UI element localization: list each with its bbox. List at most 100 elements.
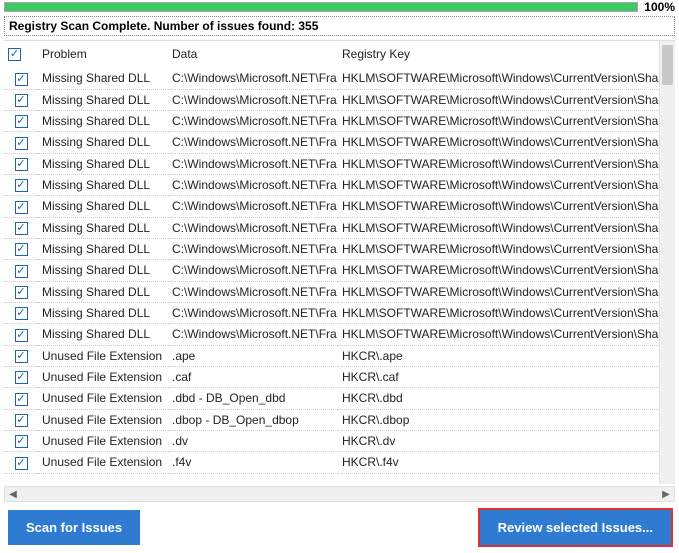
scroll-left-arrow[interactable]: ◀ xyxy=(5,487,21,501)
row-checkbox[interactable]: ✓ xyxy=(15,435,28,448)
row-checkbox-cell: ✓ xyxy=(4,452,38,473)
cell-data: C:\Windows\Microsoft.NET\Fra... xyxy=(168,196,338,217)
cell-data: C:\Windows\Microsoft.NET\Fra... xyxy=(168,153,338,174)
cell-key: HKLM\SOFTWARE\Microsoft\Windows\CurrentV… xyxy=(338,110,659,131)
vertical-scrollbar-thumb[interactable] xyxy=(662,45,673,85)
table-row[interactable]: ✓Unused File Extension.dvHKCR\.dv xyxy=(4,430,659,451)
cell-data: C:\Windows\Microsoft.NET\Fra... xyxy=(168,217,338,238)
row-checkbox[interactable]: ✓ xyxy=(15,307,28,320)
row-checkbox[interactable]: ✓ xyxy=(15,265,28,278)
row-checkbox[interactable]: ✓ xyxy=(15,222,28,235)
row-checkbox[interactable]: ✓ xyxy=(15,286,28,299)
cell-data: C:\Windows\Microsoft.NET\Fra... xyxy=(168,260,338,281)
table-row[interactable]: ✓ Unused File Extension.f4vHKCR\.f4v xyxy=(4,452,659,473)
row-checkbox-cell: ✓ xyxy=(4,324,38,345)
row-checkbox-cell: ✓ xyxy=(4,110,38,131)
cell-data: C:\Windows\Microsoft.NET\Fra... xyxy=(168,68,338,89)
table-row[interactable]: ✓Missing Shared DLLC:\Windows\Microsoft.… xyxy=(4,238,659,259)
cell-problem: Missing Shared DLL xyxy=(38,217,168,238)
cell-problem: Missing Shared DLL xyxy=(38,68,168,89)
row-checkbox[interactable]: ✓ xyxy=(15,371,28,384)
table-row[interactable]: ✓ Missing Shared DLLC:\Windows\Microsoft.… xyxy=(4,68,659,89)
row-checkbox-cell: ✓ xyxy=(4,260,38,281)
cell-key: HKLM\SOFTWARE\Microsoft\Windows\CurrentV… xyxy=(338,238,659,259)
cell-data: .f4v xyxy=(168,452,338,473)
cell-key: HKLM\SOFTWARE\Microsoft\Windows\CurrentV… xyxy=(338,196,659,217)
table-row[interactable]: ✓ Missing Shared DLLC:\Windows\Microsoft.… xyxy=(4,260,659,281)
cell-problem: Unused File Extension xyxy=(38,430,168,451)
table-row[interactable]: ✓Missing Shared DLLC:\Windows\Microsoft.… xyxy=(4,110,659,131)
row-checkbox[interactable]: ✓ xyxy=(15,179,28,192)
horizontal-scrollbar[interactable]: ◀ ▶ xyxy=(4,486,675,502)
cell-key: HKCR\.ape xyxy=(338,345,659,366)
button-row: Scan for Issues Review selected Issues..… xyxy=(0,502,679,553)
header-data[interactable]: Data xyxy=(168,41,338,68)
row-checkbox[interactable]: ✓ xyxy=(15,329,28,342)
cell-problem: Unused File Extension xyxy=(38,366,168,387)
table-row[interactable]: ✓Unused File Extension.cafHKCR\.caf xyxy=(4,366,659,387)
row-checkbox[interactable]: ✓ xyxy=(15,414,28,427)
cell-key: HKCR\.f4v xyxy=(338,452,659,473)
cell-problem: Unused File Extension xyxy=(38,452,168,473)
table-row[interactable]: ✓Missing Shared DLLC:\Windows\Microsoft.… xyxy=(4,174,659,195)
review-button[interactable]: Review selected Issues... xyxy=(480,510,671,545)
cell-key: HKLM\SOFTWARE\Microsoft\Windows\CurrentV… xyxy=(338,68,659,89)
cell-problem: Missing Shared DLL xyxy=(38,260,168,281)
cell-key: HKLM\SOFTWARE\Microsoft\Windows\CurrentV… xyxy=(338,132,659,153)
select-all-checkbox[interactable]: ✓ xyxy=(8,48,21,61)
header-problem[interactable]: Problem xyxy=(38,41,168,68)
cell-data: .caf xyxy=(168,366,338,387)
progress-row: 100% xyxy=(0,0,679,16)
row-checkbox[interactable]: ✓ xyxy=(15,158,28,171)
row-checkbox[interactable]: ✓ xyxy=(15,350,28,363)
table-row[interactable]: ✓ Missing Shared DLLC:\Windows\Microsoft.… xyxy=(4,153,659,174)
row-checkbox-cell: ✓ xyxy=(4,89,38,110)
cell-key: HKLM\SOFTWARE\Microsoft\Windows\CurrentV… xyxy=(338,302,659,323)
cell-problem: Missing Shared DLL xyxy=(38,132,168,153)
progress-percent: 100% xyxy=(644,0,675,14)
cell-problem: Unused File Extension xyxy=(38,345,168,366)
cell-problem: Missing Shared DLL xyxy=(38,302,168,323)
table-row[interactable]: ✓Missing Shared DLLC:\Windows\Microsoft.… xyxy=(4,281,659,302)
row-checkbox[interactable]: ✓ xyxy=(15,73,28,86)
table-header-row: ✓ Problem Data Registry Key xyxy=(4,41,659,68)
row-checkbox-cell: ✓ xyxy=(4,132,38,153)
cell-problem: Missing Shared DLL xyxy=(38,89,168,110)
table-row[interactable]: ✓ Missing Shared DLLC:\Windows\Microsoft.… xyxy=(4,89,659,110)
table-row[interactable]: ✓ Missing Shared DLLC:\Windows\Microsoft.… xyxy=(4,196,659,217)
cell-problem: Unused File Extension xyxy=(38,388,168,409)
cell-key: HKCR\.dbd xyxy=(338,388,659,409)
cell-key: HKCR\.dbop xyxy=(338,409,659,430)
row-checkbox-cell: ✓ xyxy=(4,409,38,430)
row-checkbox[interactable]: ✓ xyxy=(15,243,28,256)
cell-key: HKLM\SOFTWARE\Microsoft\Windows\CurrentV… xyxy=(338,153,659,174)
scan-button[interactable]: Scan for Issues xyxy=(8,510,140,545)
row-checkbox-cell: ✓ xyxy=(4,196,38,217)
cell-data: C:\Windows\Microsoft.NET\Fra... xyxy=(168,324,338,345)
cell-problem: Missing Shared DLL xyxy=(38,281,168,302)
cell-problem: Missing Shared DLL xyxy=(38,196,168,217)
table-row[interactable]: ✓Unused File Extension.dbop - DB_Open_db… xyxy=(4,409,659,430)
row-checkbox[interactable]: ✓ xyxy=(15,201,28,214)
table-row[interactable]: ✓ Missing Shared DLLC:\Windows\Microsoft.… xyxy=(4,217,659,238)
cell-data: .dv xyxy=(168,430,338,451)
row-checkbox[interactable]: ✓ xyxy=(15,137,28,150)
header-checkbox-cell: ✓ xyxy=(4,41,38,68)
table-row[interactable]: ✓Missing Shared DLLC:\Windows\Microsoft.… xyxy=(4,132,659,153)
cell-data: C:\Windows\Microsoft.NET\Fra... xyxy=(168,89,338,110)
row-checkbox[interactable]: ✓ xyxy=(15,115,28,128)
row-checkbox[interactable]: ✓ xyxy=(15,94,28,107)
table-row[interactable]: ✓ Unused File Extension.apeHKCR\.ape xyxy=(4,345,659,366)
table-row[interactable]: ✓Missing Shared DLLC:\Windows\Microsoft.… xyxy=(4,302,659,323)
table-row[interactable]: ✓Unused File Extension.dbd - DB_Open_dbd… xyxy=(4,388,659,409)
cell-problem: Missing Shared DLL xyxy=(38,153,168,174)
status-line: Registry Scan Complete. Number of issues… xyxy=(4,16,675,36)
cell-problem: Missing Shared DLL xyxy=(38,324,168,345)
vertical-scrollbar[interactable] xyxy=(659,41,675,484)
table-row[interactable]: ✓ Missing Shared DLLC:\Windows\Microsoft.… xyxy=(4,324,659,345)
header-key[interactable]: Registry Key xyxy=(338,41,659,68)
row-checkbox[interactable]: ✓ xyxy=(15,393,28,406)
cell-data: .ape xyxy=(168,345,338,366)
row-checkbox[interactable]: ✓ xyxy=(15,457,28,470)
scroll-right-arrow[interactable]: ▶ xyxy=(658,487,674,501)
